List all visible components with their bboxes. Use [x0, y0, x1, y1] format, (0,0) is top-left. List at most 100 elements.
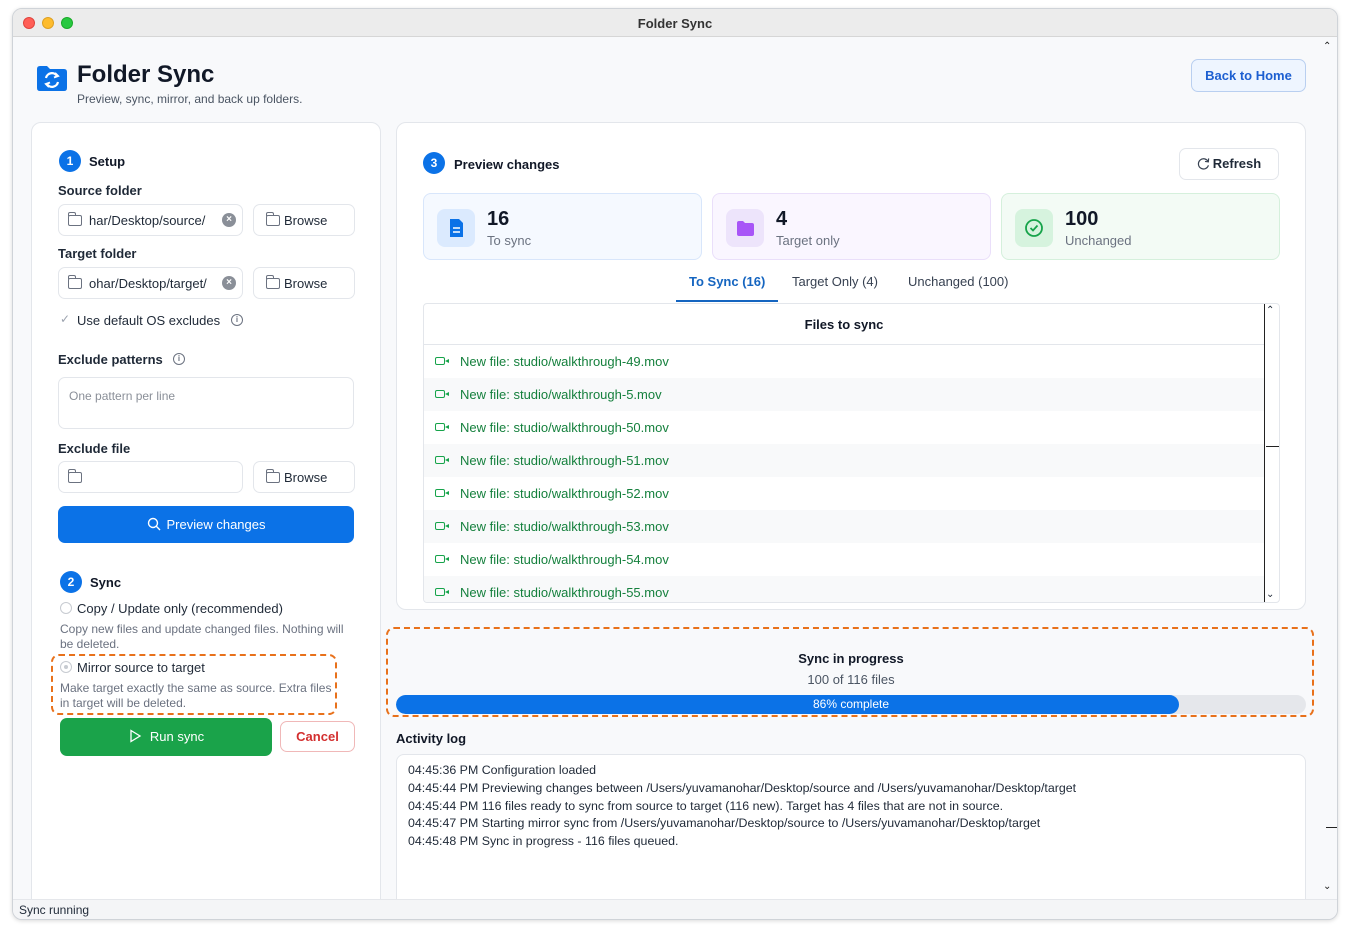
list-item[interactable]: New file: studio/walkthrough-52.mov — [424, 477, 1264, 510]
cancel-button[interactable]: Cancel — [280, 721, 355, 752]
copy-update-radio[interactable] — [60, 602, 72, 614]
app-window: Folder Sync Folder Sync Preview, sync, m… — [12, 8, 1338, 920]
file-icon — [437, 209, 475, 247]
progress-label: 86% complete — [812, 697, 890, 711]
exclude-file-label: Exclude file — [58, 441, 131, 456]
list-item[interactable]: New file: studio/walkthrough-54.mov — [424, 543, 1264, 576]
refresh-button[interactable]: Refresh — [1179, 148, 1279, 180]
scroll-down-arrow[interactable]: ⌄ — [1266, 589, 1274, 600]
progress-title: Sync in progress — [798, 651, 904, 666]
video-file-icon — [435, 390, 449, 398]
mirror-radio[interactable] — [60, 661, 72, 673]
tab-target-only[interactable]: Target Only (4) — [792, 274, 878, 289]
search-icon — [147, 517, 160, 531]
exclude-patterns-placeholder: One pattern per line — [69, 389, 176, 403]
refresh-icon — [1197, 158, 1209, 170]
video-file-icon — [435, 456, 449, 464]
scroll-up-arrow[interactable]: ⌃ — [1266, 305, 1274, 316]
clear-icon[interactable]: × — [222, 213, 236, 227]
browse-label: Browse — [284, 470, 328, 485]
activity-log[interactable]: 04:45:36 PM Configuration loaded 04:45:4… — [396, 754, 1306, 914]
status-bar: Sync running — [13, 899, 1337, 919]
sync-progress: Sync in progress 100 of 116 files 86% co… — [396, 633, 1306, 718]
preview-panel: 3 Preview changes Refresh 16 To sync 4 T… — [396, 122, 1306, 610]
browse-exclude-file-button[interactable]: Browse — [253, 461, 355, 493]
main-content: Folder Sync Preview, sync, mirror, and b… — [13, 37, 1337, 914]
progress-bar: 86% complete — [396, 695, 1306, 714]
browse-target-button[interactable]: Browse — [253, 267, 355, 299]
target-folder-label: Target folder — [58, 246, 137, 261]
play-icon — [130, 729, 142, 743]
run-sync-label: Run sync — [149, 729, 205, 744]
list-scrollbar[interactable] — [1264, 304, 1265, 602]
exclude-patterns-input[interactable]: One pattern per line — [58, 377, 354, 429]
files-list-header: Files to sync — [424, 304, 1264, 345]
video-file-icon — [435, 555, 449, 563]
preview-changes-label: Preview changes — [166, 517, 266, 532]
setup-heading: Setup — [89, 154, 126, 169]
check-circle-icon — [1015, 209, 1053, 247]
clear-icon[interactable]: × — [222, 276, 236, 290]
video-file-icon — [435, 588, 449, 596]
source-folder-field[interactable]: har/Desktop/source/ × — [58, 204, 243, 236]
video-file-icon — [435, 357, 449, 365]
step-3-badge: 3 — [423, 152, 445, 174]
video-file-icon — [435, 423, 449, 431]
stat-unchanged: 100 Unchanged — [1001, 193, 1280, 260]
setup-panel: 1 Setup Source folder har/Desktop/source… — [31, 122, 381, 912]
stat-target-only-label: Target only — [776, 233, 840, 248]
back-to-home-button[interactable]: Back to Home — [1191, 59, 1306, 92]
scrollbar-thumb[interactable] — [1266, 446, 1279, 447]
browse-source-button[interactable]: Browse — [253, 204, 355, 236]
stat-target-only-number: 4 — [776, 208, 788, 230]
list-item[interactable]: New file: studio/walkthrough-51.mov — [424, 444, 1264, 477]
folder-sync-icon — [37, 66, 67, 91]
list-item[interactable]: New file: studio/walkthrough-55.mov — [424, 576, 1264, 602]
tab-to-sync[interactable]: To Sync (16) — [689, 274, 765, 289]
exclude-patterns-label: Exclude patterns — [58, 352, 163, 367]
step-1-badge: 1 — [59, 150, 81, 172]
checkmark-icon[interactable]: ✓ — [60, 313, 73, 326]
progress-count: 100 of 116 files — [807, 672, 895, 687]
tab-unchanged[interactable]: Unchanged (100) — [908, 274, 1008, 289]
scroll-down-arrow[interactable]: ⌄ — [1323, 881, 1331, 892]
folder-open-icon — [265, 469, 280, 483]
folder-icon — [726, 209, 764, 247]
stat-unchanged-label: Unchanged — [1065, 233, 1132, 248]
preview-changes-button[interactable]: Preview changes — [58, 506, 354, 543]
list-item[interactable]: New file: studio/walkthrough-50.mov — [424, 411, 1264, 444]
page-title: Folder Sync — [77, 61, 215, 88]
info-icon[interactable]: i — [231, 314, 243, 326]
stat-to-sync: 16 To sync — [423, 193, 702, 260]
target-folder-field[interactable]: ohar/Desktop/target/ × — [58, 267, 243, 299]
title-bar: Folder Sync — [13, 9, 1337, 37]
activity-log-label: Activity log — [396, 731, 467, 746]
folder-open-icon — [265, 212, 280, 226]
list-item[interactable]: New file: studio/walkthrough-5.mov — [424, 378, 1264, 411]
active-tab-underline — [676, 300, 778, 302]
source-folder-value: har/Desktop/source/ — [89, 213, 206, 228]
stat-to-sync-number: 16 — [487, 208, 510, 230]
log-line: 04:45:44 PM Previewing changes between /… — [408, 781, 1077, 795]
scroll-up-arrow[interactable]: ⌃ — [1323, 41, 1331, 52]
mirror-description: Make target exactly the same as source. … — [60, 681, 332, 710]
mirror-label[interactable]: Mirror source to target — [77, 660, 205, 675]
refresh-label: Refresh — [1212, 156, 1262, 171]
preview-heading: Preview changes — [454, 157, 560, 172]
page-subtitle: Preview, sync, mirror, and back up folde… — [77, 92, 303, 106]
list-item[interactable]: New file: studio/walkthrough-53.mov — [424, 510, 1264, 543]
exclude-file-field[interactable] — [58, 461, 243, 493]
default-excludes-label[interactable]: Use default OS excludes — [77, 313, 220, 328]
copy-update-label[interactable]: Copy / Update only (recommended) — [77, 601, 283, 616]
main-scrollbar-thumb[interactable] — [1326, 827, 1337, 828]
stat-unchanged-number: 100 — [1065, 208, 1099, 230]
browse-label: Browse — [284, 276, 328, 291]
folder-icon — [67, 275, 82, 289]
info-icon[interactable]: i — [173, 353, 185, 365]
run-sync-button[interactable]: Run sync — [60, 718, 272, 756]
sync-heading: Sync — [90, 575, 122, 590]
window-title: Folder Sync — [637, 16, 713, 31]
folder-icon — [67, 212, 82, 226]
folder-open-icon — [265, 275, 280, 289]
list-item[interactable]: New file: studio/walkthrough-49.mov — [424, 345, 1264, 378]
